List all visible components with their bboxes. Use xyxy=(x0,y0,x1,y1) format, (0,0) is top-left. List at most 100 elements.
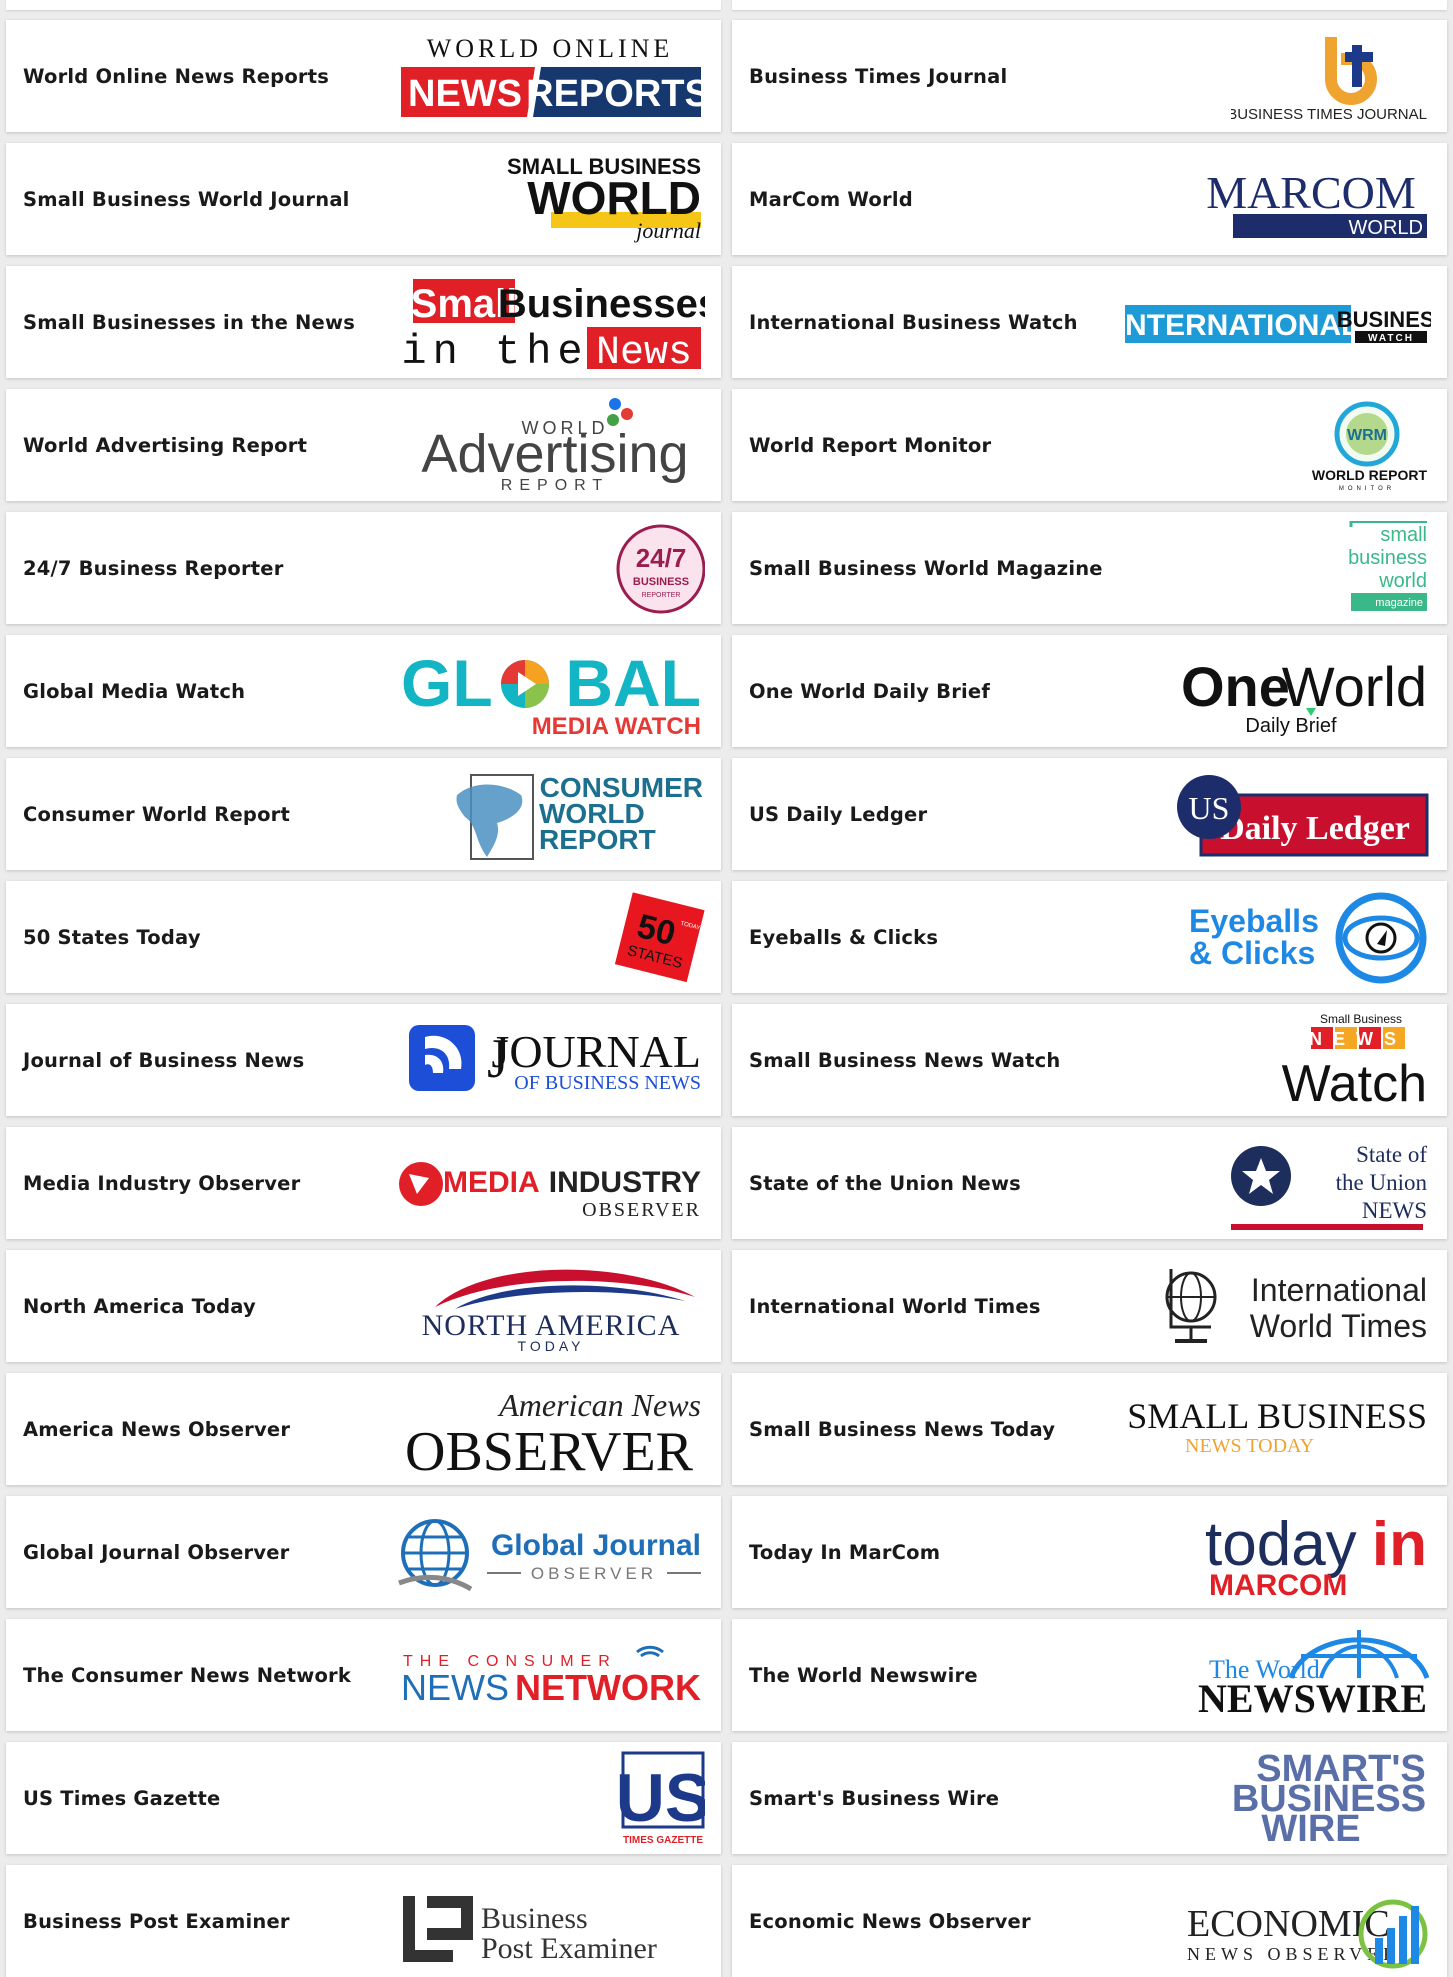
the-world-newswire-logo: The World NEWSWIRE xyxy=(1111,1626,1431,1724)
today-in-marcom-logo: today in MARCOM xyxy=(1111,1503,1431,1601)
svg-text:One: One xyxy=(1181,655,1290,718)
svg-text:NEWS: NEWS xyxy=(1362,1198,1427,1223)
small-businesses-in-the-news-logo: Small Businesses in the News xyxy=(385,273,705,371)
business-times-journal-logo: BUSINESS TIMES JOURNAL xyxy=(1111,27,1431,125)
eyeballs-and-clicks-logo: Eyeballs & Clicks xyxy=(1111,888,1431,986)
svg-text:REPORTER: REPORTER xyxy=(642,592,681,599)
svg-text:WIRE: WIRE xyxy=(1261,1808,1360,1847)
publication-card[interactable]: Media Industry Observer MEDIA INDUSTRY O… xyxy=(6,1127,721,1239)
small-business-world-magazine-logo: small business world magazine xyxy=(1111,519,1431,617)
publication-name: One World Daily Brief xyxy=(749,679,991,703)
publication-name: Global Media Watch xyxy=(23,679,246,703)
publication-card[interactable]: International Business Watch INTERNATION… xyxy=(732,266,1447,378)
svg-text:INDUSTRY: INDUSTRY xyxy=(549,1166,701,1199)
svg-text:OBSERVER: OBSERVER xyxy=(531,1564,657,1583)
publication-name: Small Business News Today xyxy=(749,1417,1056,1441)
svg-text:MEDIA WATCH: MEDIA WATCH xyxy=(532,713,701,740)
publication-card[interactable]: Small Businesses in the News Small Busin… xyxy=(6,266,721,378)
svg-text:in: in xyxy=(1372,1510,1427,1579)
svg-text:NEWS: NEWS xyxy=(401,1667,509,1708)
svg-text:magazine: magazine xyxy=(1375,597,1423,609)
svg-text:BUSINESS TIMES JOURNAL: BUSINESS TIMES JOURNAL xyxy=(1231,106,1427,123)
publication-card[interactable]: Global Media Watch GL BAL MEDIA WATCH xyxy=(6,635,721,747)
state-of-the-union-news-logo: State of the Union NEWS xyxy=(1111,1134,1431,1232)
publication-card[interactable]: Consumer World Report CONSUMER WORLD REP… xyxy=(6,758,721,870)
publications-grid: World Online News Reports WORLD ONLINE N… xyxy=(0,0,1453,1977)
svg-text:BUSINESS: BUSINESS xyxy=(1337,307,1431,332)
publication-card[interactable]: North America Today NORTH AMERICA TODAY xyxy=(6,1250,721,1362)
publication-card[interactable]: Small Business World Magazine small busi… xyxy=(732,512,1447,624)
publication-card[interactable]: Global Journal Observer Global Journal O… xyxy=(6,1496,721,1608)
svg-text:MARCOM: MARCOM xyxy=(1209,1569,1347,1601)
world-online-news-reports-logo: WORLD ONLINE NEWS REPORTS xyxy=(385,27,705,125)
publication-card[interactable]: State of the Union News State of the Uni… xyxy=(732,1127,1447,1239)
publication-name: US Daily Ledger xyxy=(749,802,928,826)
publication-card[interactable]: America News Observer American News OBSE… xyxy=(6,1373,721,1485)
publication-card[interactable]: World Report Monitor WRM WORLD REPORT MO… xyxy=(732,389,1447,501)
svg-text:International: International xyxy=(1251,1272,1427,1308)
publication-card[interactable]: Small Business News Watch Small Business… xyxy=(732,1004,1447,1116)
publication-card[interactable]: World Online News Reports WORLD ONLINE N… xyxy=(6,20,721,132)
svg-text:the Union: the Union xyxy=(1336,1170,1428,1195)
publication-name: Eyeballs & Clicks xyxy=(749,925,939,949)
svg-text:News: News xyxy=(596,331,692,371)
publication-name: Consumer World Report xyxy=(23,802,291,826)
business-reporter-247-logo: 24/7 BUSINESS REPORTER xyxy=(385,519,705,617)
publication-name: Journal of Business News xyxy=(23,1048,305,1072)
publication-card[interactable]: Economic News Observer ECONOMIC NEWS OBS… xyxy=(732,1865,1447,1977)
publication-card[interactable]: 24/7 Business Reporter 24/7 BUSINESS REP… xyxy=(6,512,721,624)
svg-text:Watch: Watch xyxy=(1282,1055,1427,1109)
publication-card[interactable]: The World Newswire The World NEWSWIRE xyxy=(732,1619,1447,1731)
publication-card[interactable]: International World Times International … xyxy=(732,1250,1447,1362)
publication-card[interactable]: The Consumer News Network THE CONSUMER N… xyxy=(6,1619,721,1731)
publication-card[interactable]: Business Times Journal BUSINESS TIMES JO… xyxy=(732,20,1447,132)
publication-card[interactable]: Small Business News Today SMALL BUSINESS… xyxy=(732,1373,1447,1485)
svg-text:WATCH: WATCH xyxy=(1368,333,1414,344)
svg-text:State of: State of xyxy=(1356,1142,1427,1167)
svg-text:World: World xyxy=(1282,655,1427,718)
publication-card[interactable]: MarCom World MARCOM WORLD xyxy=(732,143,1447,255)
svg-text:Small Business: Small Business xyxy=(1320,1012,1402,1026)
svg-text:American News: American News xyxy=(497,1387,701,1423)
svg-text:Global Journal: Global Journal xyxy=(491,1529,701,1562)
publication-card[interactable]: 50 States Today 50 TODAY STATES xyxy=(6,881,721,993)
svg-text:BAL: BAL xyxy=(565,646,701,720)
publication-name: World Advertising Report xyxy=(23,433,308,457)
svg-text:24/7: 24/7 xyxy=(636,543,687,573)
publication-card[interactable]: US Times Gazette US TIMES GAZETTE xyxy=(6,1742,721,1854)
card-partial-top-left xyxy=(6,0,721,10)
publication-name: Economic News Observer xyxy=(749,1909,1031,1933)
svg-text:NEWS TODAY: NEWS TODAY xyxy=(1185,1435,1314,1457)
publication-card[interactable]: Smart's Business Wire SMART'S BUSINESS W… xyxy=(732,1742,1447,1854)
svg-text:US: US xyxy=(616,1760,705,1836)
svg-text:OF BUSINESS NEWS: OF BUSINESS NEWS xyxy=(514,1072,701,1094)
publication-card[interactable]: Eyeballs & Clicks Eyeballs & Clicks xyxy=(732,881,1447,993)
publication-name: 24/7 Business Reporter xyxy=(23,556,284,580)
publication-card[interactable]: Journal of Business News J JOURNAL OF BU… xyxy=(6,1004,721,1116)
svg-text:world: world xyxy=(1378,570,1427,592)
publication-name: Global Journal Observer xyxy=(23,1540,290,1564)
svg-text:& Clicks: & Clicks xyxy=(1189,935,1315,971)
publication-name: America News Observer xyxy=(23,1417,291,1441)
svg-text:GL: GL xyxy=(401,646,493,720)
svg-text:NEWS: NEWS xyxy=(408,73,522,115)
publication-name: International Business Watch xyxy=(749,310,1078,334)
global-journal-observer-logo: Global Journal OBSERVER xyxy=(385,1503,705,1601)
publication-card[interactable]: US Daily Ledger Daily Ledger US xyxy=(732,758,1447,870)
small-business-news-watch-logo: Small Business NEWS Watch xyxy=(1111,1011,1431,1109)
publication-name: International World Times xyxy=(749,1294,1041,1318)
svg-text:Daily Brief: Daily Brief xyxy=(1245,715,1337,737)
publication-card[interactable]: Business Post Examiner Business Post Exa… xyxy=(6,1865,721,1977)
publication-name: Small Businesses in the News xyxy=(23,310,355,334)
svg-text:SMALL BUSINESS: SMALL BUSINESS xyxy=(1127,1396,1427,1436)
publication-card[interactable]: World Advertising Report WORLD Advertisi… xyxy=(6,389,721,501)
global-media-watch-logo: GL BAL MEDIA WATCH xyxy=(385,642,705,740)
publication-name: Smart's Business Wire xyxy=(749,1786,1000,1810)
svg-text:business: business xyxy=(1348,547,1427,569)
publication-card[interactable]: Small Business World Journal SMALL BUSIN… xyxy=(6,143,721,255)
card-partial-top-right xyxy=(732,0,1447,10)
publication-card[interactable]: Today In MarCom today in MARCOM xyxy=(732,1496,1447,1608)
svg-text:TIMES GAZETTE: TIMES GAZETTE xyxy=(623,1835,703,1846)
svg-text:WORLD: WORLD xyxy=(1349,217,1423,239)
publication-card[interactable]: One World Daily Brief One World Daily Br… xyxy=(732,635,1447,747)
